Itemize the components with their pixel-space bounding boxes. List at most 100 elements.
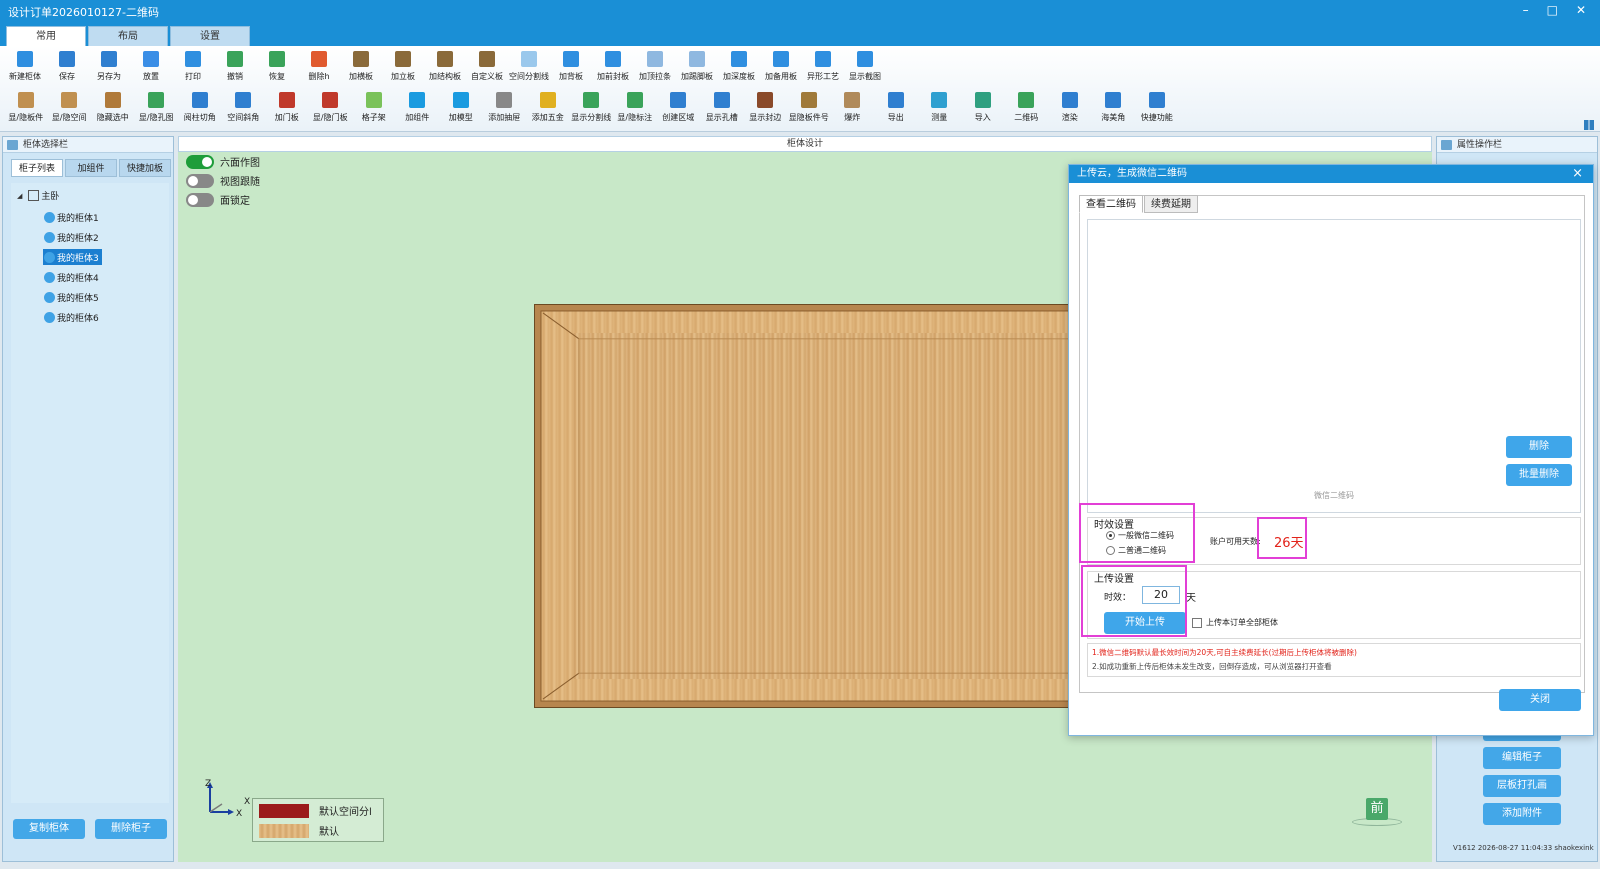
tool-row2-24[interactable]: 渲染 [1048, 89, 1092, 129]
tree-item-cabinet-6[interactable]: 我的柜体6 [43, 309, 102, 325]
tree-item-cabinet-2[interactable]: 我的柜体2 [43, 229, 102, 245]
tool-row2-23-label: 二维码 [1014, 113, 1039, 122]
tree-item-cabinet-5[interactable]: 我的柜体5 [43, 289, 102, 305]
tool-row1-15-label: 加顶拉条 [639, 72, 671, 81]
tool-row2-8[interactable]: 格子架 [352, 89, 396, 129]
grid-view-icon[interactable] [1584, 120, 1594, 130]
tab-cabinet-list[interactable]: 柜子列表 [11, 159, 63, 177]
close-window-icon[interactable]: ✕ [1576, 3, 1586, 17]
toggle-face-lock[interactable]: 面锁定 [186, 192, 250, 207]
tool-row1-8[interactable]: 加横板 [340, 48, 382, 88]
tool-row2-18-label: 显隐板件号 [788, 113, 829, 122]
tool-row1-0[interactable]: 新建柜体 [4, 48, 46, 88]
tool-row1-10[interactable]: 加结构板 [424, 48, 466, 88]
tool-row2-1[interactable]: 显/隐空间 [48, 89, 92, 129]
tool-row2-6[interactable]: 加门板 [265, 89, 309, 129]
tree-item-cabinet-4[interactable]: 我的柜体4 [43, 269, 102, 285]
tool-row2-26[interactable]: 快捷功能 [1135, 89, 1179, 129]
tool-row1-9[interactable]: 加立板 [382, 48, 424, 88]
add-attachment-button[interactable]: 添加附件 [1483, 803, 1561, 825]
tool-row2-14[interactable]: 显/隐标注 [613, 89, 657, 129]
tool-row1-4[interactable]: 打印 [172, 48, 214, 88]
switch-six-face[interactable] [186, 154, 214, 169]
tool-row2-19[interactable]: 爆炸 [831, 89, 875, 129]
tool-row1-16-label: 加踢脚板 [681, 72, 713, 81]
minimize-icon[interactable]: – [1523, 3, 1529, 17]
front-view-button[interactable]: 前 [1366, 798, 1388, 820]
tool-row1-16[interactable]: 加踢脚板 [676, 48, 718, 88]
toggle-view-follow[interactable]: 视图跟随 [186, 173, 260, 188]
tool-row2-13[interactable]: 显示分割线 [570, 89, 614, 129]
tool-row2-17[interactable]: 显示封边 [744, 89, 788, 129]
tool-row1-20[interactable]: 显示截图 [844, 48, 886, 88]
tool-row1-19[interactable]: 异形工艺 [802, 48, 844, 88]
switch-view-follow[interactable] [186, 173, 214, 188]
tool-row2-20-label: 导出 [887, 113, 904, 122]
tool-row2-18[interactable]: 显隐板件号 [787, 89, 831, 129]
tree-item-cabinet-1[interactable]: 我的柜体1 [43, 209, 102, 225]
expand-triangle-icon[interactable]: ◢ [17, 192, 22, 200]
tab-renew[interactable]: 续费延期 [1144, 195, 1198, 213]
cabinet-icon [44, 251, 55, 263]
tree-item-cabinet-3[interactable]: 我的柜体3 [43, 249, 102, 265]
tool-row1-17[interactable]: 加深度板 [718, 48, 760, 88]
shelf-drill-button[interactable]: 层板打孔画 [1483, 775, 1561, 797]
tab-common[interactable]: 常用 [6, 26, 86, 46]
tool-row1-4-icon [185, 51, 201, 67]
toggle-six-face[interactable]: 六面作图 [186, 154, 260, 169]
tool-row2-21[interactable]: 测量 [918, 89, 962, 129]
tool-row2-2[interactable]: 隐藏选中 [91, 89, 135, 129]
dialog-titlebar: 上传云，生成微信二维码 × [1069, 165, 1593, 183]
tool-row1-18[interactable]: 加备用板 [760, 48, 802, 88]
tool-row1-15[interactable]: 加顶拉条 [634, 48, 676, 88]
available-days-label: 账户可用天数: [1210, 537, 1261, 546]
tool-row1-12[interactable]: 空间分割线 [508, 48, 550, 88]
close-icon[interactable]: × [1572, 165, 1583, 183]
tool-row2-22[interactable]: 导入 [961, 89, 1005, 129]
upload-all-checkbox[interactable] [1192, 618, 1202, 628]
tool-row2-25[interactable]: 海美角 [1092, 89, 1136, 129]
tab-add-component[interactable]: 加组件 [65, 159, 117, 177]
tool-row1-9-label: 加立板 [391, 72, 415, 81]
dialog-close-button[interactable]: 关闭 [1499, 689, 1581, 711]
tab-view-qr[interactable]: 查看二维码 [1079, 195, 1143, 213]
tree-root-node[interactable]: ◢ 主卧 [17, 189, 59, 202]
tool-row2-4[interactable]: 阅柱切角 [178, 89, 222, 129]
tool-row1-7[interactable]: 删除h [298, 48, 340, 88]
tool-row1-2[interactable]: 另存为 [88, 48, 130, 88]
tab-layout[interactable]: 布局 [88, 26, 168, 46]
tool-row2-11[interactable]: 添加抽屉 [483, 89, 527, 129]
switch-face-lock[interactable] [186, 192, 214, 207]
axis-x2-label: X [244, 797, 250, 807]
tool-row2-23[interactable]: 二维码 [1005, 89, 1049, 129]
ribbon-toolbar: 新建柜体 保存 另存为 放置 打印 撤销 恢复 删除h 加横板 加立板 加结构板 自定义板 空间分割线加… [0, 46, 1600, 132]
edit-cabinet-button[interactable]: 编辑柜子 [1483, 747, 1561, 769]
tool-row2-18-icon [800, 92, 817, 108]
delete-qr-button[interactable]: 删除 [1506, 436, 1572, 458]
tool-row1-6[interactable]: 恢复 [256, 48, 298, 88]
tool-row1-3[interactable]: 放置 [130, 48, 172, 88]
tool-row1-5[interactable]: 撤销 [214, 48, 256, 88]
tool-row2-12[interactable]: 添加五金 [526, 89, 570, 129]
tab-quick-add-board[interactable]: 快捷加板 [119, 159, 171, 177]
tool-row2-15[interactable]: 创建区域 [657, 89, 701, 129]
tool-row1-13[interactable]: 加背板 [550, 48, 592, 88]
tool-row2-20[interactable]: 导出 [874, 89, 918, 129]
tool-row2-10[interactable]: 加模型 [439, 89, 483, 129]
tool-row2-9[interactable]: 加组件 [396, 89, 440, 129]
tool-row1-1[interactable]: 保存 [46, 48, 88, 88]
tool-row2-3[interactable]: 显/隐孔图 [135, 89, 179, 129]
tool-row2-5[interactable]: 空间斜角 [222, 89, 266, 129]
copy-cabinet-button[interactable]: 复制柜体 [13, 819, 85, 839]
tool-row1-20-icon [857, 51, 873, 67]
maximize-icon[interactable]: □ [1547, 3, 1558, 17]
tool-row1-14[interactable]: 加前封板 [592, 48, 634, 88]
tool-row2-23-icon [1018, 92, 1035, 108]
tab-settings[interactable]: 设置 [170, 26, 250, 46]
tool-row2-16[interactable]: 显示孔槽 [700, 89, 744, 129]
batch-delete-button[interactable]: 批量删除 [1506, 464, 1572, 486]
tool-row2-7[interactable]: 显/隐门板 [309, 89, 353, 129]
tool-row1-11[interactable]: 自定义板 [466, 48, 508, 88]
delete-cabinet-button[interactable]: 删除柜子 [95, 819, 167, 839]
tool-row2-0[interactable]: 显/隐板件 [4, 89, 48, 129]
